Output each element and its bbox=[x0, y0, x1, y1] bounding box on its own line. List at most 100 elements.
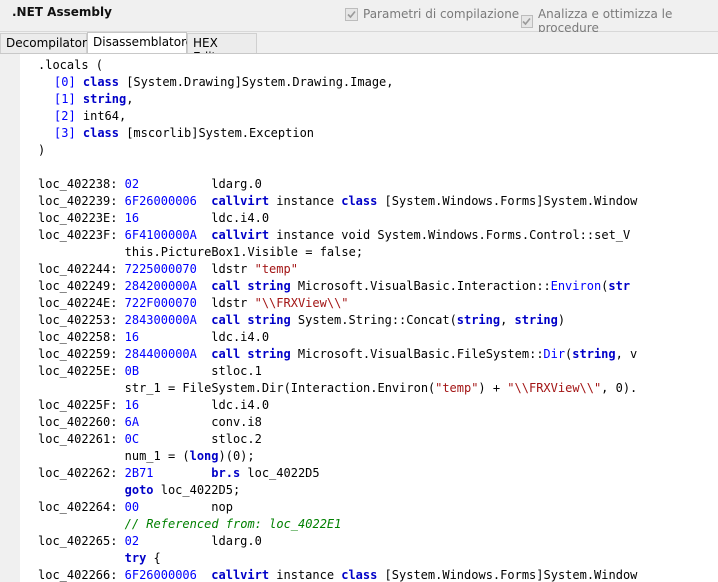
code-token: , bbox=[500, 313, 508, 327]
code-token: ldstr bbox=[211, 262, 248, 276]
code-token: call bbox=[211, 347, 241, 361]
code-line[interactable]: num_1 = (long)(0); bbox=[38, 448, 718, 465]
disassembly-code[interactable]: .locals ( [0] class [System.Drawing]Syste… bbox=[20, 54, 718, 582]
code-token: instance bbox=[276, 568, 335, 582]
code-line[interactable]: goto loc_4022D5; bbox=[38, 482, 718, 499]
code-token: 0C bbox=[124, 432, 140, 446]
code-token: 16 bbox=[124, 398, 140, 412]
code-token: 0B bbox=[124, 364, 140, 378]
code-line[interactable]: loc_402264: 00 nop bbox=[38, 499, 718, 516]
code-token: , v bbox=[615, 347, 638, 361]
code-line[interactable]: loc_402258: 16 ldc.i4.0 bbox=[38, 329, 718, 346]
code-line[interactable]: [0] class [System.Drawing]System.Drawing… bbox=[54, 74, 718, 91]
code-line[interactable]: loc_40225E: 0B stloc.1 bbox=[38, 363, 718, 380]
code-token: string bbox=[456, 313, 501, 327]
code-token: call bbox=[211, 313, 241, 327]
code-token: ldc.i4.0 bbox=[211, 330, 270, 344]
code-token: [System.Windows.Forms]System.Window bbox=[384, 568, 638, 582]
code-token: Microsoft.VisualBasic.FileSystem:: bbox=[297, 347, 544, 361]
code-token: string bbox=[247, 279, 291, 293]
code-line[interactable]: [3] class [mscorlib]System.Exception bbox=[54, 125, 718, 142]
code-token: loc_402244: bbox=[38, 262, 118, 276]
code-line[interactable]: this.PictureBox1.Visible = false; bbox=[38, 244, 718, 261]
code-token: str bbox=[608, 279, 631, 293]
code-line[interactable]: [2] int64, bbox=[54, 108, 718, 125]
code-token: 284400000A bbox=[124, 347, 197, 361]
code-line[interactable]: .locals ( bbox=[38, 57, 718, 74]
code-token: // Referenced from: loc_4022E1 bbox=[124, 517, 342, 531]
code-token: class bbox=[75, 126, 120, 140]
code-token: [System.Windows.Forms]System.Window bbox=[384, 194, 638, 208]
code-token: ldc.i4.0 bbox=[211, 398, 270, 412]
code-token: Microsoft.VisualBasic.Interaction:: bbox=[297, 279, 551, 293]
code-line[interactable]: loc_402261: 0C stloc.2 bbox=[38, 431, 718, 448]
code-token: int64, bbox=[75, 109, 127, 123]
code-token: num_1 = ( bbox=[124, 449, 190, 463]
code-token: ldstr bbox=[211, 296, 248, 310]
code-token: ( bbox=[601, 279, 609, 293]
code-token: class bbox=[75, 75, 120, 89]
code-token: [3] bbox=[54, 126, 76, 140]
code-line[interactable]: [1] string, bbox=[54, 91, 718, 108]
tab-disassembler[interactable]: Disassemblatore bbox=[87, 32, 193, 53]
code-line[interactable]: loc_40224E: 722F000070 ldstr "\\FRXView\\" bbox=[38, 295, 718, 312]
code-token: , 0). bbox=[601, 381, 638, 395]
code-line[interactable]: loc_402260: 6A conv.i8 bbox=[38, 414, 718, 431]
code-line[interactable]: loc_402249: 284200000A call string Microsoft… bbox=[38, 278, 718, 295]
code-token: ) + bbox=[478, 381, 501, 395]
code-line[interactable]: loc_40223F: 6F4100000A callvirt instance vo… bbox=[38, 227, 718, 244]
code-token: 00 bbox=[124, 500, 140, 514]
code-token: loc_402259: bbox=[38, 347, 118, 361]
code-token: loc_402266: bbox=[38, 568, 118, 582]
checkbox-checked-icon[interactable] bbox=[521, 14, 533, 28]
code-token: loc_402260: bbox=[38, 415, 118, 429]
code-line[interactable]: loc_402239: 6F26000006 callvirt instance cla… bbox=[38, 193, 718, 210]
code-line[interactable]: loc_402238: 02 ldarg.0 bbox=[38, 176, 718, 193]
code-token: stloc.1 bbox=[211, 364, 262, 378]
code-token: callvirt bbox=[211, 228, 270, 242]
code-token: 02 bbox=[124, 534, 140, 548]
code-token: 284300000A bbox=[124, 313, 197, 327]
code-token: loc_402238: bbox=[38, 177, 118, 191]
code-token: loc_402265: bbox=[38, 534, 118, 548]
code-token: [1] bbox=[54, 92, 76, 106]
code-token: 02 bbox=[124, 177, 140, 191]
tab-decompiler[interactable]: Decompilatore bbox=[0, 33, 94, 53]
code-token: this.PictureBox1.Visible = false; bbox=[124, 245, 364, 259]
checkbox-checked-icon[interactable] bbox=[345, 7, 358, 21]
code-line[interactable]: loc_402265: 02 ldarg.0 bbox=[38, 533, 718, 550]
code-line[interactable] bbox=[38, 159, 718, 176]
code-token: string bbox=[572, 347, 616, 361]
code-token: .locals ( bbox=[38, 58, 104, 72]
code-token: string bbox=[75, 92, 127, 106]
code-line[interactable]: try { bbox=[38, 550, 718, 567]
code-token: long bbox=[189, 449, 219, 463]
code-token: 2B71 bbox=[124, 466, 154, 480]
code-token: "\\FRXView\\" bbox=[507, 381, 602, 395]
code-token: nop bbox=[211, 500, 233, 514]
analyze-optimize-option[interactable]: Analizza e ottimizza le procedure bbox=[521, 7, 718, 35]
code-token: 6F26000006 bbox=[124, 568, 197, 582]
code-line[interactable]: loc_40223E: 16 ldc.i4.0 bbox=[38, 210, 718, 227]
tab-hex-editor[interactable]: HEX Editor bbox=[187, 33, 257, 64]
code-token: ldarg.0 bbox=[211, 177, 262, 191]
code-line[interactable]: str_1 = FileSystem.Dir(Interaction.Envir… bbox=[38, 380, 718, 397]
code-token: [mscorlib]System.Exception bbox=[118, 126, 315, 140]
code-line[interactable]: loc_402266: 6F26000006 callvirt instance cla… bbox=[38, 567, 718, 582]
code-line[interactable]: ) bbox=[38, 142, 718, 159]
code-token: 16 bbox=[124, 211, 140, 225]
code-token: instance bbox=[276, 194, 335, 208]
panel-title: .NET Assembly bbox=[12, 5, 112, 19]
disassembly-view[interactable]: .locals ( [0] class [System.Drawing]Syste… bbox=[0, 53, 718, 582]
code-line[interactable]: loc_402244: 7225000070 ldstr "temp" bbox=[38, 261, 718, 278]
code-token: loc_40223F: bbox=[38, 228, 118, 242]
code-line[interactable]: loc_40225F: 16 ldc.i4.0 bbox=[38, 397, 718, 414]
code-token: ldarg.0 bbox=[211, 534, 262, 548]
code-token: [System.Drawing]System.Drawing.Image, bbox=[118, 75, 394, 89]
code-line[interactable]: loc_402259: 284400000A call string Microsoft… bbox=[38, 346, 718, 363]
code-line[interactable]: loc_402262: 2B71 br.s loc_4022D5 bbox=[38, 465, 718, 482]
code-token: stloc.2 bbox=[211, 432, 262, 446]
code-line[interactable]: loc_402253: 284300000A call string System.St… bbox=[38, 312, 718, 329]
code-line[interactable]: // Referenced from: loc_4022E1 bbox=[38, 516, 718, 533]
compilation-params-option[interactable]: Parametri di compilazione bbox=[345, 7, 519, 21]
